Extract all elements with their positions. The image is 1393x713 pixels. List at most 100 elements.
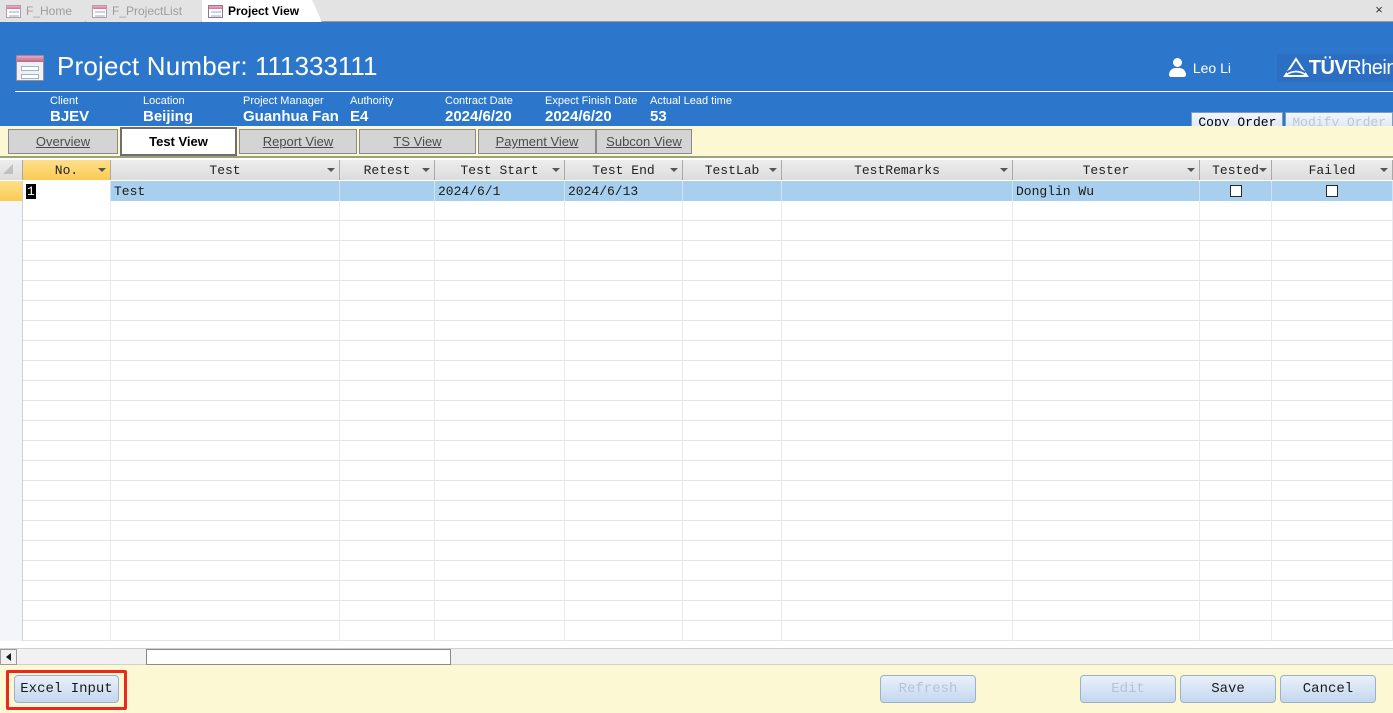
cell-test[interactable]: [111, 421, 340, 441]
cell-test[interactable]: [111, 441, 340, 461]
cell-failed[interactable]: [1272, 421, 1393, 441]
cell-test[interactable]: [111, 341, 340, 361]
cell-test-start[interactable]: [435, 361, 565, 381]
cell-failed[interactable]: [1272, 261, 1393, 281]
cell-testremarks[interactable]: [782, 281, 1013, 301]
table-row[interactable]: [0, 241, 1393, 261]
table-row[interactable]: [0, 201, 1393, 221]
cell-testlab[interactable]: [683, 261, 782, 281]
cell-no[interactable]: [23, 421, 111, 441]
cell-tested[interactable]: [1200, 441, 1272, 461]
cell-test-start[interactable]: [435, 201, 565, 221]
cell-test[interactable]: [111, 621, 340, 641]
cell-test-end[interactable]: [565, 581, 683, 601]
cell-tested[interactable]: [1200, 361, 1272, 381]
cell-test[interactable]: [111, 541, 340, 561]
cell-no[interactable]: [23, 241, 111, 261]
cell-testremarks[interactable]: [782, 581, 1013, 601]
row-selector[interactable]: [0, 221, 23, 241]
cell-tester[interactable]: [1013, 441, 1200, 461]
cell-tested[interactable]: [1200, 521, 1272, 541]
cell-testremarks[interactable]: [782, 441, 1013, 461]
row-selector[interactable]: [0, 521, 23, 541]
cell-failed[interactable]: [1272, 201, 1393, 221]
cell-test-end[interactable]: [565, 541, 683, 561]
cell-tested[interactable]: [1200, 261, 1272, 281]
cell-testlab[interactable]: [683, 621, 782, 641]
cell-retest[interactable]: [340, 481, 435, 501]
cell-testlab[interactable]: [683, 541, 782, 561]
cell-no[interactable]: [23, 501, 111, 521]
cell-testlab[interactable]: [683, 601, 782, 621]
cell-test-end[interactable]: [565, 301, 683, 321]
cell-testlab[interactable]: [683, 201, 782, 221]
table-row[interactable]: [0, 481, 1393, 501]
current-user[interactable]: Leo Li: [1168, 58, 1231, 77]
column-header-test-start[interactable]: Test Start: [435, 160, 565, 180]
cell-tester[interactable]: [1013, 561, 1200, 581]
table-row[interactable]: [0, 501, 1393, 521]
cell-no[interactable]: [23, 261, 111, 281]
cell-test[interactable]: [111, 261, 340, 281]
cell-testremarks[interactable]: [782, 521, 1013, 541]
cell-failed[interactable]: [1272, 461, 1393, 481]
cell-failed[interactable]: [1272, 341, 1393, 361]
cell-retest[interactable]: [340, 461, 435, 481]
cell-retest[interactable]: [340, 401, 435, 421]
row-selector[interactable]: [0, 341, 23, 361]
cell-test[interactable]: [111, 561, 340, 581]
cell-failed[interactable]: [1272, 361, 1393, 381]
cell-tester[interactable]: [1013, 621, 1200, 641]
cell-no[interactable]: [23, 441, 111, 461]
row-selector[interactable]: [0, 461, 23, 481]
cell-no[interactable]: [23, 461, 111, 481]
table-row[interactable]: [0, 521, 1393, 541]
cell-test[interactable]: [111, 401, 340, 421]
cell-failed[interactable]: [1272, 221, 1393, 241]
row-selector[interactable]: [0, 421, 23, 441]
cell-testremarks[interactable]: [782, 621, 1013, 641]
cell-test[interactable]: [111, 601, 340, 621]
cell-tested[interactable]: [1200, 481, 1272, 501]
chevron-down-icon[interactable]: [1187, 168, 1195, 172]
cell-testlab[interactable]: [683, 581, 782, 601]
column-header-no[interactable]: No.: [23, 160, 111, 180]
cell-test-start[interactable]: [435, 401, 565, 421]
view-tab-ts-view[interactable]: TS View: [359, 129, 476, 154]
cell-retest[interactable]: [340, 621, 435, 641]
cell-tester[interactable]: [1013, 521, 1200, 541]
cell-testlab[interactable]: [683, 301, 782, 321]
cell-testremarks[interactable]: [782, 561, 1013, 581]
cell-testlab[interactable]: [683, 501, 782, 521]
horizontal-scrollbar[interactable]: [0, 648, 1393, 665]
cell-test-end[interactable]: [565, 361, 683, 381]
cell-retest[interactable]: [340, 221, 435, 241]
table-row[interactable]: [0, 461, 1393, 481]
cell-test[interactable]: [111, 501, 340, 521]
cell-test-end[interactable]: [565, 521, 683, 541]
cell-test-start[interactable]: [435, 441, 565, 461]
cell-testremarks[interactable]: [782, 341, 1013, 361]
cell-no[interactable]: [23, 481, 111, 501]
cell-test[interactable]: [111, 221, 340, 241]
cell-test-start[interactable]: [435, 481, 565, 501]
cell-tested[interactable]: [1200, 301, 1272, 321]
view-tab-test-view[interactable]: Test View: [120, 127, 237, 156]
cell-testremarks[interactable]: [782, 241, 1013, 261]
cell-test-end[interactable]: [565, 481, 683, 501]
cell-testremarks[interactable]: [782, 421, 1013, 441]
cell-test-start[interactable]: [435, 461, 565, 481]
cell-tester[interactable]: [1013, 261, 1200, 281]
table-row[interactable]: 1 Test 2024/6/1 2024/6/13 Donglin Wu: [0, 181, 1393, 201]
chevron-down-icon[interactable]: [1000, 168, 1008, 172]
cell-tested[interactable]: [1200, 181, 1272, 201]
cell-no[interactable]: [23, 581, 111, 601]
cell-failed[interactable]: [1272, 481, 1393, 501]
table-row[interactable]: [0, 221, 1393, 241]
cell-testremarks[interactable]: [782, 481, 1013, 501]
cell-tester[interactable]: [1013, 581, 1200, 601]
cell-testlab[interactable]: [683, 241, 782, 261]
cell-testlab[interactable]: [683, 461, 782, 481]
row-selector[interactable]: [0, 581, 23, 601]
table-row[interactable]: [0, 341, 1393, 361]
